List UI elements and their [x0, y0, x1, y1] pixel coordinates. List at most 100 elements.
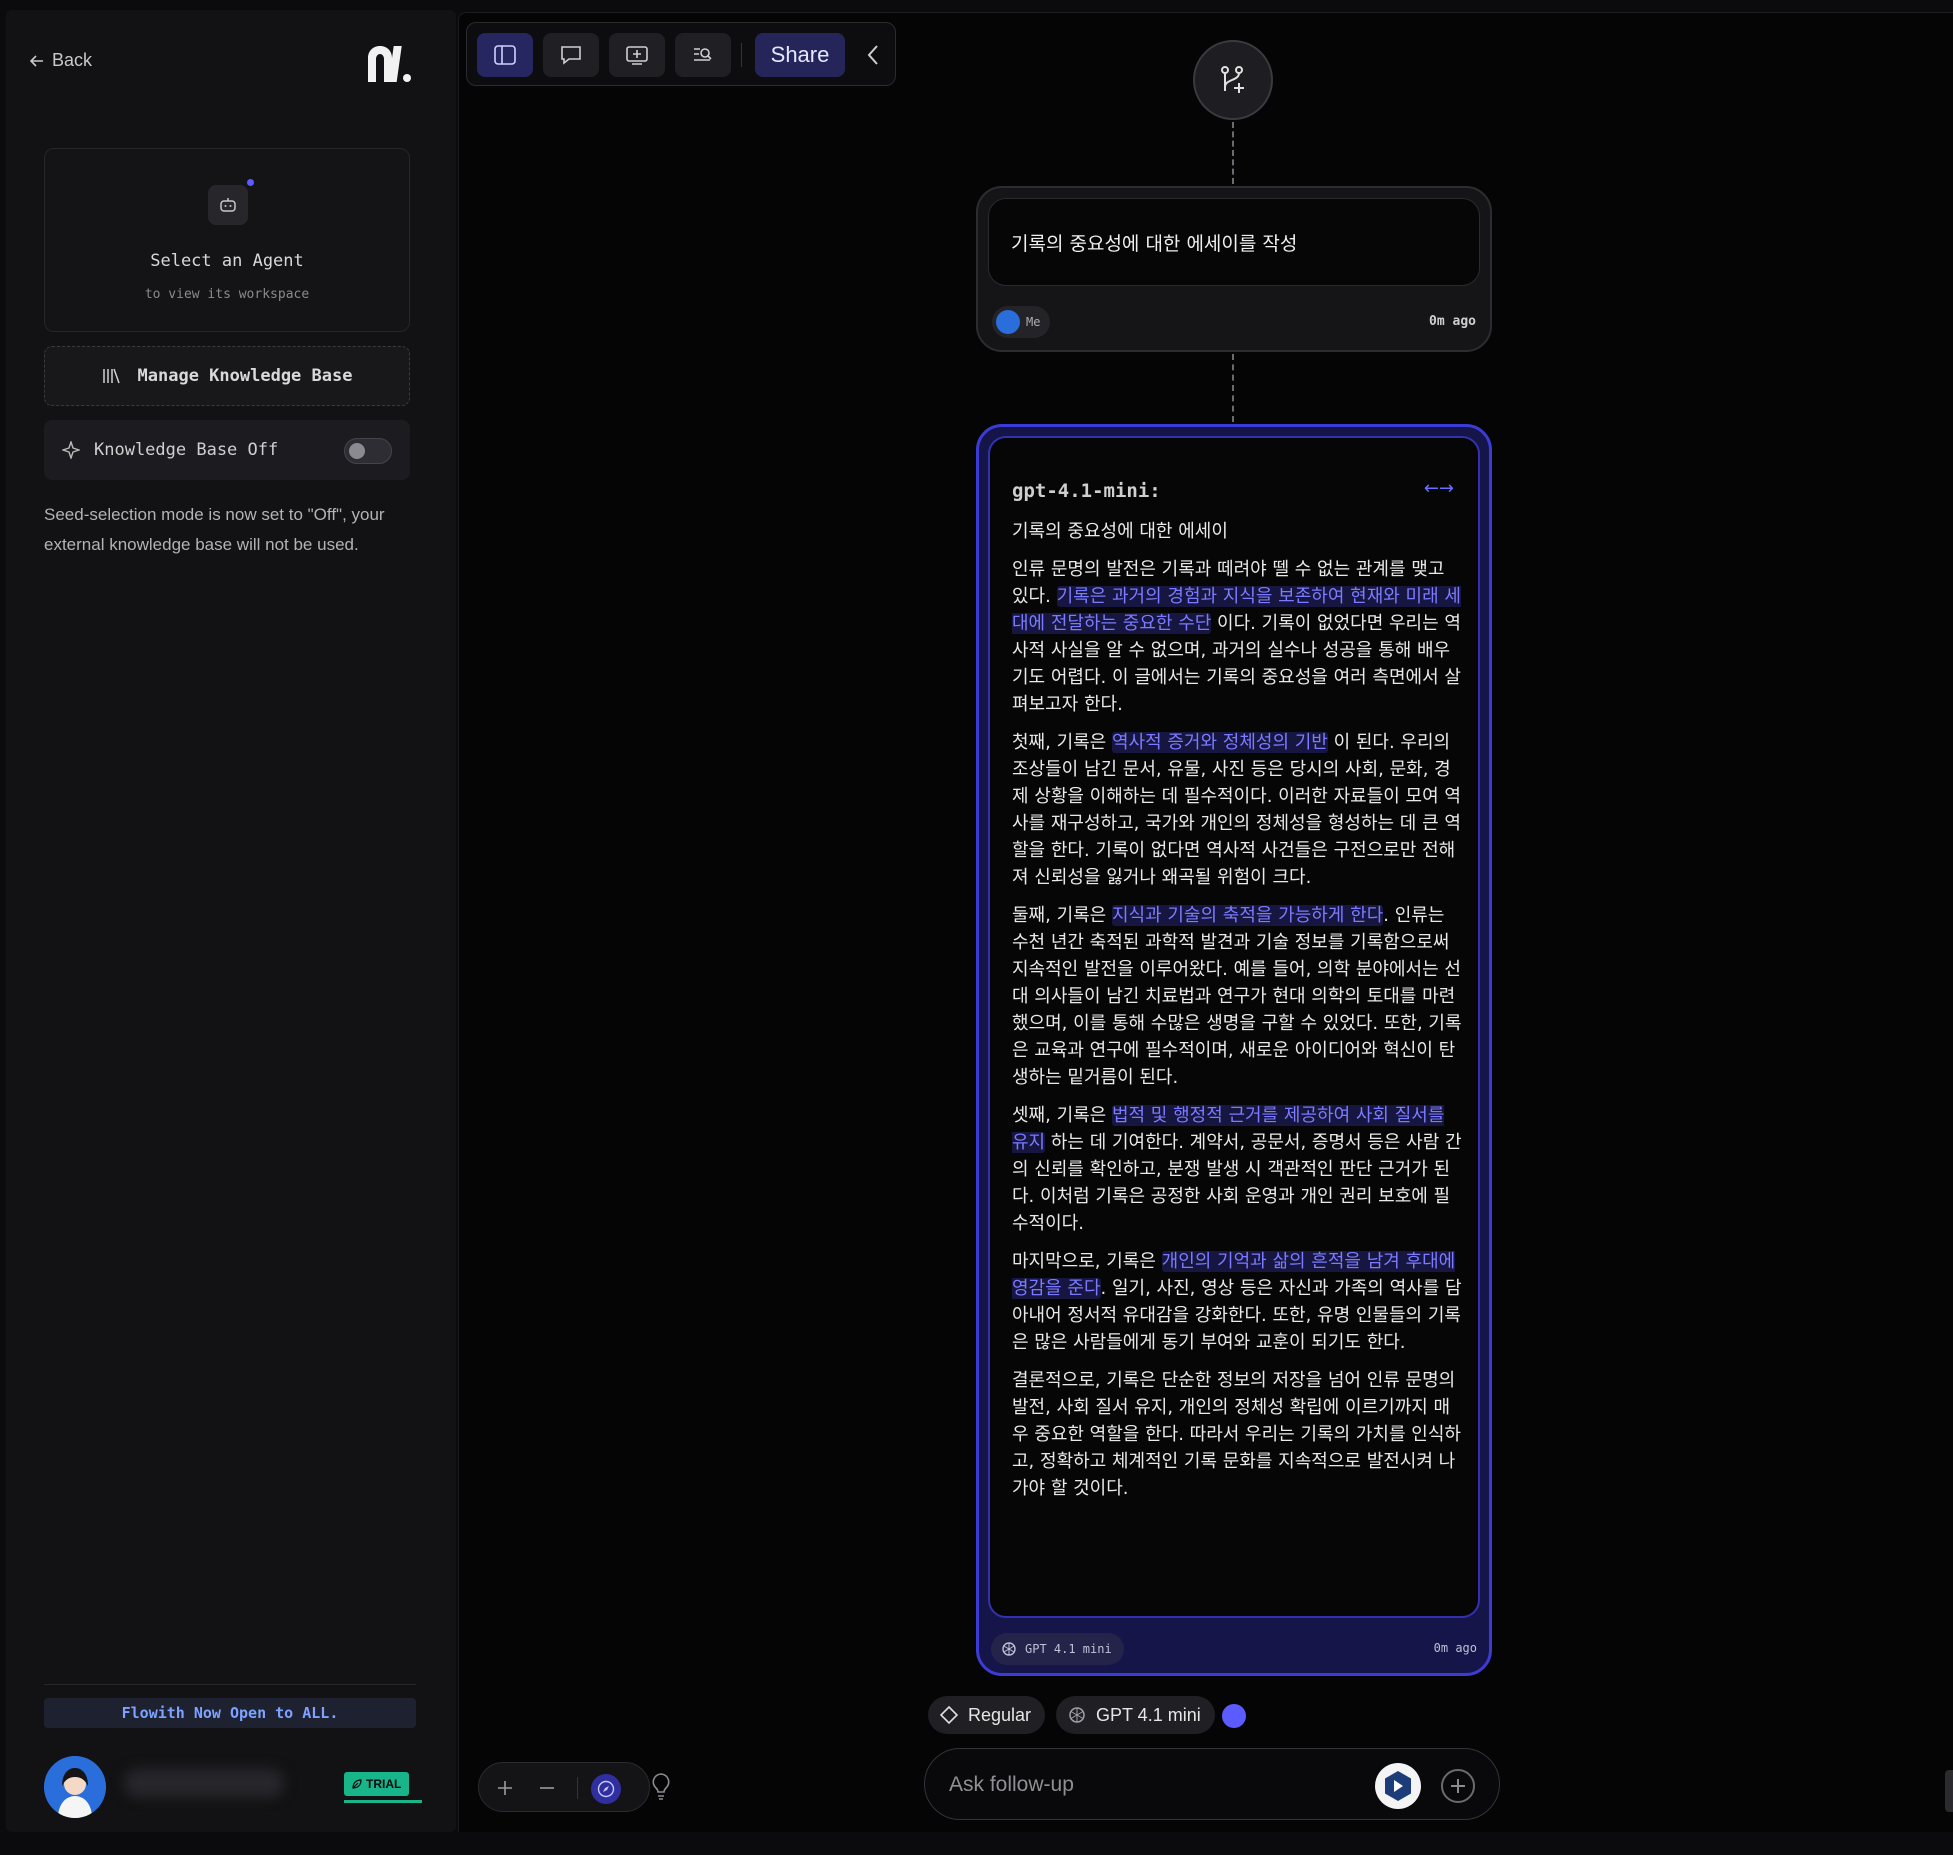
- chevron-left-icon: [867, 45, 878, 65]
- model-selector[interactable]: GPT 4.1 mini: [1056, 1696, 1215, 1734]
- toolbar-separator: [741, 43, 742, 67]
- back-link[interactable]: Back: [30, 50, 92, 71]
- library-icon: [102, 368, 120, 384]
- citation-highlight[interactable]: 역사적 증거와 정체성의 기반: [1111, 732, 1328, 753]
- plus-icon: [498, 1781, 512, 1795]
- question-bubble: 기록의 중요성에 대한 에세이를 작성: [988, 198, 1480, 286]
- notification-dot: [247, 179, 254, 186]
- answer-text: . 인류는 수천 년간 축적된 과학적 발견과 기술 정보를 기록함으로써 지속…: [1012, 905, 1462, 1088]
- author-name: Me: [1026, 315, 1041, 329]
- add-frame-button[interactable]: [609, 33, 665, 77]
- connector-line: [1232, 354, 1234, 422]
- expand-arrows-icon[interactable]: ←→: [1424, 478, 1454, 499]
- answer-node[interactable]: gpt-4.1-mini: ←→ 기록의 중요성에 대한 에세이 인류 문명의 …: [976, 424, 1492, 1676]
- connector-line: [1232, 122, 1234, 184]
- answer-paragraphs: 인류 문명의 발전은 기록과 떼려야 뗄 수 없는 관계를 맺고 있다. 기록은…: [1012, 556, 1462, 1502]
- promo-banner[interactable]: Flowith Now Open to ALL.: [44, 1698, 416, 1728]
- agent-select-card[interactable]: Select an Agent to view its workspace: [44, 148, 410, 332]
- question-timestamp: 0m ago: [1429, 314, 1476, 329]
- zoom-separator: [577, 1777, 578, 1799]
- answer-text: 하는 데 기여한다. 계약서, 공문서, 증명서 등은 사람 간의 신뢰를 확인…: [1012, 1132, 1462, 1234]
- answer-paragraph: 둘째, 기록은 지식과 기술의 축적을 가능하게 한다. 인류는 수천 년간 축…: [1012, 902, 1462, 1091]
- kb-toggle-label: Knowledge Base Off: [94, 440, 279, 460]
- chat-view-button[interactable]: [543, 33, 599, 77]
- search-list-icon: [694, 48, 712, 61]
- toggle-knob: [349, 443, 365, 459]
- share-button[interactable]: Share: [755, 33, 845, 77]
- author-chip: Me: [992, 306, 1051, 338]
- hex-logo-icon: [1385, 1771, 1411, 1801]
- user-name-blurred: [124, 1768, 284, 1798]
- minus-icon: [540, 1787, 554, 1789]
- flowith-logo: [368, 46, 411, 82]
- citation-highlight[interactable]: 지식과 기술의 축적을 가능하게 한다: [1111, 905, 1384, 926]
- lightbulb-icon[interactable]: [650, 1772, 672, 1802]
- trial-badge[interactable]: TRIAL: [344, 1772, 410, 1796]
- answer-timestamp: 0m ago: [1433, 1641, 1477, 1655]
- branch-root-node[interactable]: [1193, 40, 1273, 120]
- diamond-icon: [940, 1706, 958, 1724]
- right-panel-handle[interactable]: [1945, 1770, 1953, 1812]
- submit-button[interactable]: [1375, 1763, 1421, 1809]
- author-avatar: [996, 310, 1020, 334]
- answer-text: 마지막으로, 기록은: [1012, 1251, 1162, 1272]
- knowledge-base-toggle[interactable]: [344, 438, 392, 464]
- answer-paragraph: 셋째, 기록은 법적 및 행정적 근거를 제공하여 사회 질서를 유지 하는 데…: [1012, 1102, 1462, 1237]
- toggle-sidebar-button[interactable]: [477, 33, 533, 77]
- question-node[interactable]: 기록의 중요성에 대한 에세이를 작성 Me 0m ago: [976, 186, 1492, 352]
- trial-label: TRIAL: [366, 1777, 402, 1791]
- answer-paragraph: 첫째, 기록은 역사적 증거와 정체성의 기반 이 된다. 우리의 조상들이 남…: [1012, 729, 1462, 891]
- answer-text: 셋째, 기록은: [1012, 1105, 1112, 1126]
- robot-icon: [208, 179, 254, 225]
- git-branch-plus-icon: [1221, 66, 1244, 93]
- mode-label: Regular: [968, 1704, 1032, 1725]
- answer-title: 기록의 중요성에 대한 에세이: [1012, 521, 1228, 542]
- compass-icon: [597, 1780, 615, 1798]
- zoom-controls: [478, 1762, 650, 1812]
- back-label: Back: [52, 50, 93, 70]
- kb-status-note: Seed-selection mode is now set to "Off",…: [44, 505, 385, 554]
- collapse-toolbar-button[interactable]: [859, 41, 887, 69]
- manage-knowledge-base-button[interactable]: Manage Knowledge Base: [44, 346, 410, 406]
- sidebar: Back Select an Agent to view its workspa…: [6, 10, 456, 1832]
- agent-card-title: Select an Agent: [150, 251, 304, 271]
- answer-paragraph: 결론적으로, 기록은 단순한 정보의 저장을 넘어 인류 문명의 발전, 사회 …: [1012, 1367, 1462, 1502]
- chat-icon: [561, 46, 581, 65]
- answer-bubble: gpt-4.1-mini: ←→ 기록의 중요성에 대한 에세이 인류 문명의 …: [988, 436, 1480, 1618]
- zoom-out-button[interactable]: [535, 1776, 559, 1800]
- leaf-icon: [352, 1779, 362, 1789]
- agent-card-subtitle: to view its workspace: [144, 287, 310, 302]
- answer-body: 기록의 중요성에 대한 에세이 인류 문명의 발전은 기록과 떼려야 뗄 수 없…: [1012, 518, 1462, 1513]
- answer-text: 첫째, 기록은: [1012, 732, 1112, 753]
- arrow-left-icon: [30, 54, 43, 67]
- sidebar-icon: [494, 45, 516, 65]
- status-dot[interactable]: [1222, 1704, 1246, 1728]
- zoom-in-button[interactable]: [493, 1776, 517, 1800]
- openai-icon: [1002, 1642, 1016, 1656]
- answer-paragraph: 마지막으로, 기록은 개인의 기억과 삶의 흔적을 남겨 후대에 영감을 준다.…: [1012, 1248, 1462, 1356]
- knowledge-base-toggle-row: Knowledge Base Off: [44, 420, 410, 480]
- answer-text: 이 된다. 우리의 조상들이 남긴 문서, 유물, 사진 등은 당시의 사회, …: [1012, 732, 1461, 888]
- question-text: 기록의 중요성에 대한 에세이를 작성: [1011, 233, 1298, 255]
- sparkle-icon: [62, 441, 80, 459]
- sidebar-divider: [44, 1684, 416, 1685]
- manage-kb-label: Manage Knowledge Base: [137, 366, 353, 386]
- ask-follow-up-box: [924, 1748, 1500, 1820]
- answer-text: 결론적으로, 기록은 단순한 정보의 저장을 넘어 인류 문명의 발전, 사회 …: [1012, 1370, 1461, 1499]
- answer-model-header: gpt-4.1-mini:: [1012, 480, 1161, 502]
- trial-underline: [344, 1800, 422, 1803]
- mode-selector[interactable]: Regular: [928, 1696, 1046, 1734]
- compass-button[interactable]: [591, 1774, 621, 1804]
- app-frame: Back Select an Agent to view its workspa…: [0, 0, 1953, 1855]
- answer-paragraph: 인류 문명의 발전은 기록과 떼려야 뗄 수 없는 관계를 맺고 있다. 기록은…: [1012, 556, 1462, 718]
- answer-model-chip: GPT 4.1 mini: [991, 1633, 1124, 1665]
- answer-text: 둘째, 기록은: [1012, 905, 1112, 926]
- add-attachment-button[interactable]: [1441, 1769, 1475, 1803]
- openai-icon: [1069, 1707, 1085, 1723]
- plus-circle-icon: [1451, 1779, 1465, 1793]
- model-label: GPT 4.1 mini: [1096, 1704, 1201, 1725]
- search-list-button[interactable]: [675, 33, 731, 77]
- top-toolbar: Share: [466, 22, 896, 86]
- ask-follow-up-input[interactable]: [949, 1767, 1349, 1803]
- user-avatar[interactable]: [44, 1756, 106, 1818]
